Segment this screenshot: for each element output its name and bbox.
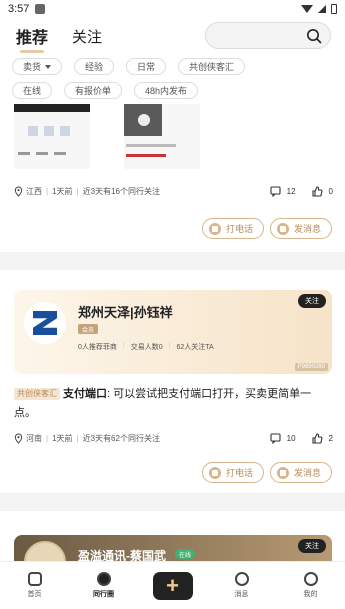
phone-icon [209,222,221,235]
nav-create[interactable]: + [148,571,198,600]
top-header: 推荐 关注 [0,18,345,54]
post-card[interactable]: 盈溢通讯-蔡国武 在线 关注 [0,511,345,575]
filter-cocreate[interactable]: 共创侠客汇 [178,58,246,75]
avatar[interactable] [24,302,66,344]
nav-peers[interactable]: 同行圈 [79,572,129,599]
call-button[interactable]: 打电话 [202,462,265,483]
smile-icon [303,572,318,586]
bottom-nav: 首页 同行圈 + 消息 我的 [0,561,345,609]
filter-quote[interactable]: 有报价单 [64,82,123,99]
message-button[interactable]: 发消息 [270,462,333,483]
call-button[interactable]: 打电话 [202,218,265,239]
comment-count: 12 [286,187,296,196]
notification-icon [35,4,46,14]
post-card[interactable]: 江西 | 1天前 | 近3天有16个同行关注 12 0 打电话 发消息 [0,104,345,252]
search-box[interactable] [205,22,331,49]
post-meta: 河南 | 1天前 | 近3天有62个同行关注 [14,433,160,444]
filter-48h[interactable]: 48h内发布 [134,82,199,99]
tab-follow[interactable]: 关注 [72,26,102,47]
post-title: 支付端口 [63,388,107,400]
search-icon[interactable] [306,28,322,44]
filter-experience[interactable]: 经验 [74,58,115,75]
message-icon [277,466,289,479]
location-pin-icon [14,433,23,444]
comment-icon[interactable] [270,186,281,197]
battery-icon [331,4,337,14]
online-badge: 在线 [175,549,196,559]
post-content[interactable]: 共创侠客汇 支付端口: 可以尝试把支付端口打开，买卖更简单一点。 [14,385,330,423]
filter-daily[interactable]: 日常 [126,58,167,75]
message-icon [277,222,289,235]
home-icon [27,572,42,586]
post-location: 江西 [26,187,42,196]
message-button[interactable]: 发消息 [270,218,333,239]
planet-icon [96,572,111,586]
thumbs-up-icon[interactable] [311,433,323,444]
post-video[interactable] [124,104,200,169]
plus-icon[interactable]: + [152,571,193,600]
member-badge: 会员 [78,324,99,334]
filter-bar: 卖货 经验 日常 共创侠客汇 在线 有报价单 48h内发布 [0,54,345,104]
caret-down-icon [45,64,52,69]
user-name[interactable]: 郑州天泽|孙钰祥 [78,302,173,321]
phone-icon [209,466,221,479]
tab-recommend[interactable]: 推荐 [16,24,48,53]
filter-sell-dropdown[interactable]: 卖货 [12,58,63,75]
status-bar: 3:57 [0,0,345,18]
comment-count: 10 [286,434,296,443]
thumbs-up-icon[interactable] [311,186,323,197]
user-stats: 0人推荐菲商 | 交易人数0 | 62人关注TA [78,342,214,351]
message-icon [234,572,249,586]
status-icons [301,4,337,14]
post-image[interactable] [14,104,90,169]
post-follow-count: 近3天有62个同行关注 [82,434,160,443]
follow-button[interactable]: 关注 [298,294,326,308]
nav-profile[interactable]: 我的 [286,572,336,599]
nav-messages[interactable]: 消息 [217,572,267,599]
user-id-badge: P9890280 [294,363,328,371]
post-meta: 江西 | 1天前 | 近3天有16个同行关注 [14,186,160,197]
wifi-icon [301,5,313,13]
signal-icon [318,5,326,13]
post-card[interactable]: 郑州天泽|孙钰祥 会员 0人推荐菲商 | 交易人数0 | 62人关注TA 关注 P9… [0,270,345,493]
post-time: 1天前 [52,434,73,443]
post-stats: 12 0 [270,186,333,197]
like-count: 0 [328,187,333,196]
company-logo-icon [33,311,57,335]
post-tag[interactable]: 共创侠客汇 [14,388,60,400]
filter-online[interactable]: 在线 [12,82,53,99]
post-time: 1天前 [52,187,73,196]
like-count: 2 [328,434,333,443]
follow-button[interactable]: 关注 [298,539,326,553]
post-location: 河南 [26,434,42,443]
play-icon [138,114,150,126]
post-stats: 10 2 [270,433,333,444]
comment-icon[interactable] [270,433,281,444]
status-time: 3:57 [8,3,30,15]
nav-home[interactable]: 首页 [10,572,60,599]
user-profile-banner[interactable]: 郑州天泽|孙钰祥 会员 0人推荐菲商 | 交易人数0 | 62人关注TA 关注 P9… [14,290,332,374]
location-pin-icon [14,186,23,197]
post-follow-count: 近3天有16个同行关注 [82,187,160,196]
